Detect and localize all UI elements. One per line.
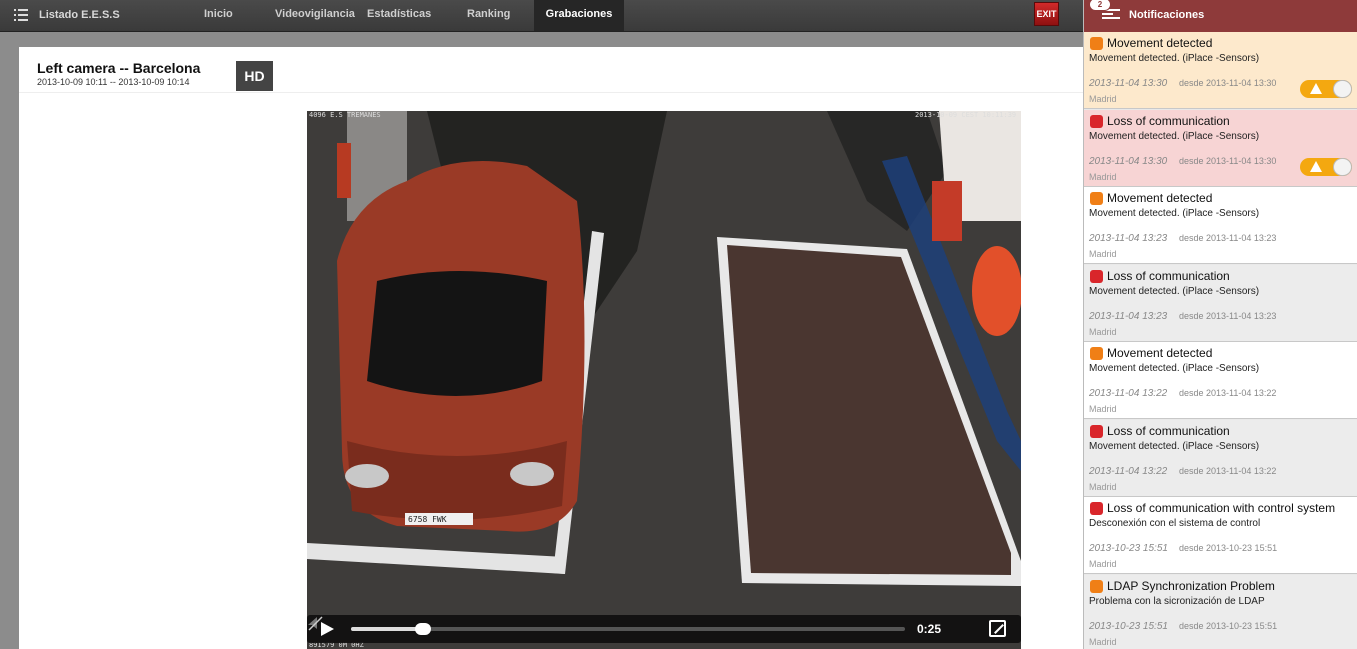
notification-since: desde 2013-11-04 13:22 [1179,388,1277,398]
notification-since: desde 2013-11-04 13:23 [1179,310,1277,321]
volume-muted-icon[interactable] [307,615,323,631]
notification-location: Madrid [1089,636,1117,647]
notification-description: Movement detected. (iPlace -Sensors) [1089,130,1260,142]
nav-item-grabaciones[interactable]: Grabaciones [534,0,624,31]
top-nav-bar: Listado E.E.S.S Inicio Videovigilancia E… [0,0,1083,32]
hd-toggle-button[interactable]: HD [236,61,273,91]
notification-since: desde 2013-11-04 13:23 [1179,233,1277,243]
toggle-knob [1333,80,1352,98]
nav-item-inicio[interactable]: Inicio [204,0,233,31]
notification-date: 2013-11-04 13:30 [1089,78,1168,89]
seek-bar[interactable] [351,623,905,635]
video-controls-bar: 0:25 [307,615,1021,643]
recording-time-range: 2013-10-09 10:11 -- 2013-10-09 10:14 [37,77,190,87]
notification-title: Loss of communication [1107,423,1230,438]
severity-indicator-icon [1090,269,1103,283]
notification-title: Loss of communication with control syste… [1107,501,1336,515]
seek-bar-progress [351,627,424,631]
notification-since: desde 2013-10-23 15:51 [1179,543,1278,553]
notification-date: 2013-10-23 15:51 [1089,620,1168,632]
notification-title: Loss of communication [1107,268,1230,283]
notification-date: 2013-11-04 13:23 [1089,310,1168,322]
notification-item[interactable]: Movement detected Movement detected. (iPl… [1084,32,1357,109]
notification-item[interactable]: LDAP Synchronization Problem Problema con… [1084,574,1357,649]
notification-description: Movement detected. (iPlace -Sensors) [1089,208,1260,219]
notification-since: desde 2013-10-23 15:51 [1179,620,1278,631]
exit-button[interactable]: EXIT [1034,2,1059,26]
warning-icon [1310,83,1322,94]
notification-location: Madrid [1089,481,1117,492]
video-player[interactable]: 4096 E.S TREMANES 2013-10-09 CEST 10:11:… [307,111,1021,649]
notifications-title: Notificaciones [1129,9,1205,21]
menu-list-icon[interactable] [14,9,28,21]
notification-location: Madrid [1089,326,1117,337]
license-plate: 6758 FWK [408,515,447,524]
camera-title: Left camera -- Barcelona [37,60,201,76]
severity-indicator-icon [1090,424,1103,438]
notification-since: desde 2013-11-04 13:30 [1179,78,1277,88]
nav-item-videovigilancia[interactable]: Videovigilancia [275,0,355,31]
notification-description: Movement detected. (iPlace -Sensors) [1089,53,1260,64]
osd-timestamp: 2013-10-09 CEST 10:11:39 [915,111,1017,119]
notification-title: Movement detected [1107,346,1213,360]
notification-date: 2013-10-23 15:51 [1089,543,1168,554]
notification-location: Madrid [1089,249,1117,259]
toggle-knob [1333,157,1352,176]
notification-title: Movement detected [1107,191,1213,205]
severity-indicator-icon [1090,579,1103,593]
recording-panel: Left camera -- Barcelona 2013-10-09 10:1… [19,47,1083,649]
notification-date: 2013-11-04 13:22 [1089,388,1168,399]
notification-description: Desconexión con el sistema de control [1089,518,1261,529]
seek-handle[interactable] [415,623,432,635]
notification-title: Movement detected [1107,36,1213,50]
notification-location: Madrid [1089,94,1117,104]
alert-toggle-switch[interactable] [1300,157,1352,176]
notification-description: Movement detected. (iPlace -Sensors) [1089,285,1260,297]
notification-date: 2013-11-04 13:23 [1089,233,1168,244]
notification-date: 2013-11-04 13:22 [1089,465,1168,477]
notification-count-badge: 2 [1089,0,1111,11]
notification-description: Movement detected. (iPlace -Sensors) [1089,363,1260,374]
notification-item[interactable]: Movement detected Movement detected. (iPl… [1084,187,1357,264]
notifications-header[interactable]: 2 Notificaciones [1084,0,1357,32]
notification-item[interactable]: Loss of communication with control syste… [1084,497,1357,574]
notification-item[interactable]: Loss of communication Movement detected. … [1084,419,1357,497]
severity-indicator-icon [1090,347,1103,360]
severity-indicator-icon [1090,192,1103,205]
warning-icon [1310,160,1322,172]
camera-frame-image [307,111,1021,649]
notification-since: desde 2013-11-04 13:22 [1179,465,1277,476]
severity-indicator-icon [1090,37,1103,50]
notification-since: desde 2013-11-04 13:30 [1179,155,1277,166]
notification-item[interactable]: Loss of communication Movement detected. … [1084,109,1357,187]
nav-item-estadisticas[interactable]: Estadísticas [367,0,431,31]
notification-title: LDAP Synchronization Problem [1107,578,1275,593]
notification-location: Madrid [1089,171,1117,182]
fullscreen-icon[interactable] [989,620,1006,637]
severity-indicator-icon [1090,502,1103,515]
notification-location: Madrid [1089,559,1117,569]
nav-brand-link[interactable]: Listado E.E.S.S [39,9,120,21]
notification-description: Problema con la sicronización de LDAP [1089,595,1265,607]
notification-item[interactable]: Loss of communication Movement detected. … [1084,264,1357,342]
osd-camera-label: 4096 E.S TREMANES [309,111,381,119]
notification-description: Movement detected. (iPlace -Sensors) [1089,440,1260,452]
notification-date: 2013-11-04 13:30 [1089,155,1168,167]
notifications-panel: 2 Notificaciones Movement detected Moveme… [1083,0,1357,649]
notification-item[interactable]: Movement detected Movement detected. (iPl… [1084,342,1357,419]
playback-time: 0:25 [917,622,942,636]
severity-indicator-icon [1090,114,1103,128]
notification-title: Loss of communication [1107,113,1230,128]
header-divider [19,92,1083,93]
alert-toggle-switch[interactable] [1300,80,1352,98]
nav-item-ranking[interactable]: Ranking [467,0,510,31]
notification-location: Madrid [1089,404,1117,414]
